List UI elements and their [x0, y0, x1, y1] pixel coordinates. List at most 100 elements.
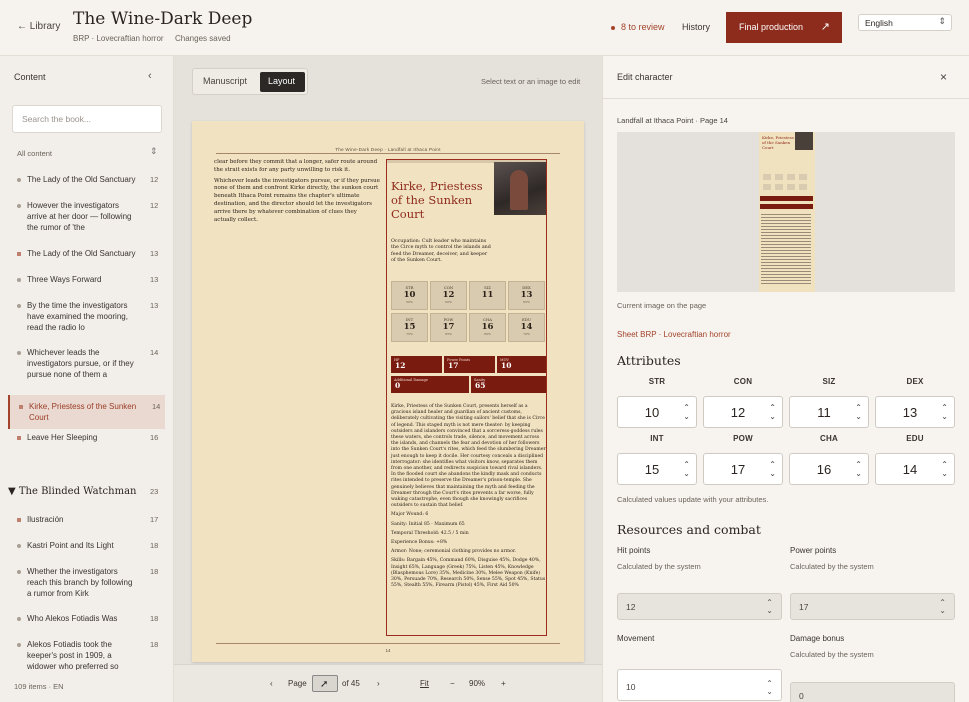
attribute-input-cha[interactable]: 16 ⌃ ⌄ — [789, 453, 869, 485]
power-points-value: 17 — [799, 602, 809, 612]
thumb-text-line — [761, 283, 811, 284]
header-rule — [216, 153, 560, 154]
stepper-icon[interactable]: ⌃ ⌄ — [941, 403, 948, 421]
attribute-input-pow[interactable]: 17 ⌃ ⌄ — [703, 453, 783, 485]
sidebar-item-label: By the time the investigators have exami… — [27, 301, 128, 332]
next-page-icon[interactable]: › — [377, 679, 380, 688]
thumb-resource-bar — [760, 204, 813, 209]
chapter-heading[interactable]: ▼ The Blinded Watchman 23 — [8, 486, 165, 497]
sidebar-item-label: Leave Her Sleeping — [27, 433, 98, 442]
sidebar-item-page: 17 — [150, 515, 159, 524]
resource-value: 10 — [501, 361, 512, 370]
experience-line: Experience Bonus: +8% — [391, 540, 448, 546]
thumb-text-line — [761, 256, 811, 257]
paragraph: clear before they commit that a longer, … — [214, 159, 378, 173]
bullet-icon — [17, 178, 21, 182]
stat-percent: 85% — [445, 332, 452, 336]
thumb-text-line — [761, 220, 811, 221]
thumb-text-line — [761, 277, 811, 278]
attribute-input-con[interactable]: 12 ⌃ ⌄ — [703, 396, 783, 428]
sidebar-item-page: 18 — [150, 614, 159, 623]
attribute-input-int[interactable]: 15 ⌃ ⌄ — [617, 453, 697, 485]
zoom-in-button[interactable]: + — [501, 679, 506, 688]
attribute-label: SIZ — [822, 377, 836, 386]
book-page[interactable]: The Wine-Dark Deep · Landfall at Ithaca … — [192, 121, 584, 662]
language-select[interactable]: English ⇕ — [858, 14, 952, 31]
stepper-icon: ⌃ ⌄ — [766, 598, 773, 615]
movement-field[interactable]: 10 ⌃ ⌄ — [617, 669, 782, 701]
stepper-icon[interactable]: ⌃ ⌄ — [769, 403, 776, 421]
sidebar-item[interactable]: Kirke, Priestess of the Sunken Court 14 — [8, 395, 165, 429]
stepper-icon[interactable]: ⌃ ⌄ — [855, 403, 862, 421]
history-button[interactable]: History — [682, 22, 710, 32]
damage-bonus-field: 0 — [790, 682, 955, 702]
review-label: 8 to review — [621, 22, 665, 32]
attribute-input-dex[interactable]: 13 ⌃ ⌄ — [875, 396, 955, 428]
stepper-icon[interactable]: ⌃ ⌄ — [683, 460, 690, 478]
bullet-icon — [17, 544, 21, 548]
stat-percent: 80% — [484, 332, 491, 336]
resource-box: Additional Damage 0 — [391, 376, 469, 393]
resource-box: MOV 10 — [497, 356, 546, 373]
bullet-icon — [17, 643, 21, 647]
character-portrait[interactable] — [494, 162, 546, 215]
external-arrow-icon: ↗ — [820, 21, 830, 33]
stat-value: 12 — [442, 290, 455, 300]
manuscript-tab[interactable]: Manuscript — [203, 76, 247, 86]
zoom-out-button[interactable]: − — [450, 679, 455, 688]
review-link[interactable]: 8 to review — [611, 22, 665, 32]
thumb-text-line — [761, 229, 811, 230]
layout-tab[interactable]: Layout — [260, 72, 305, 92]
close-icon[interactable]: × — [940, 70, 947, 84]
stat-value: 11 — [481, 290, 494, 300]
character-card[interactable]: Kirke, Priestess of the Sunken Court Occ… — [386, 159, 547, 636]
sidebar-item-label: Alekos Fotiadis took the keeper's post i… — [27, 640, 119, 670]
sheet-type-link[interactable]: Sheet BRP · Lovecraftian horror — [617, 330, 731, 339]
attribute-input-str[interactable]: 10 ⌃ ⌄ — [617, 396, 697, 428]
resource-box: HP 12 — [391, 356, 442, 373]
stepper-icon[interactable]: ⌃ ⌄ — [769, 460, 776, 478]
final-production-button[interactable]: Final production ↗ — [726, 12, 842, 43]
mouse-cursor-icon: ➚ — [320, 679, 329, 690]
fit-button[interactable]: Fit — [420, 679, 429, 688]
collapse-sidebar-icon[interactable]: ‹ — [148, 70, 152, 82]
stat-cell: CON 12 60% — [430, 281, 467, 310]
attribute-input-siz[interactable]: 11 ⌃ ⌄ — [789, 396, 869, 428]
resource-value: 65 — [475, 381, 486, 390]
thumb-text-line — [761, 259, 811, 260]
view-mode-toggle: Manuscript Layout — [192, 68, 308, 95]
sidebar-item-page: 12 — [150, 201, 159, 210]
attribute-value: 13 — [902, 405, 918, 420]
content-list: The Lady of the Old Sanctuary 12 However t… — [8, 162, 166, 670]
stat-cell: STR 10 50% — [391, 281, 428, 310]
prev-page-icon[interactable]: ‹ — [270, 679, 273, 688]
stat-percent: 60% — [445, 300, 452, 304]
back-to-library-link[interactable]: ← Library — [17, 21, 60, 32]
attribute-input-edu[interactable]: 14 ⌃ ⌄ — [875, 453, 955, 485]
stat-cell: DEX 13 65% — [508, 281, 545, 310]
hit-points-field: 12 ⌃ ⌄ — [617, 593, 782, 620]
filter-chevron-icon[interactable]: ⇕ — [150, 146, 158, 157]
app: ← Library The Wine-Dark Deep BRP · Lovec… — [0, 0, 969, 702]
attribute-label: INT — [650, 434, 664, 443]
content-filter-label[interactable]: All content — [17, 149, 52, 158]
stepper-icon[interactable]: ⌃ ⌄ — [855, 460, 862, 478]
sidebar-item-page: 14 — [152, 402, 161, 411]
stepper-icon[interactable]: ⌃ ⌄ — [683, 403, 690, 421]
attribute-label: POW — [733, 434, 753, 443]
left-column-text[interactable]: clear before they commit that a longer, … — [214, 159, 380, 227]
power-points-note: Calculated by the system — [790, 562, 874, 571]
sidebar-item-page: 13 — [150, 301, 159, 310]
bullet-icon — [19, 405, 23, 409]
image-preview[interactable]: Kirke, Priestess of the Sunken Court — [617, 132, 955, 292]
stat-value: 10 — [403, 290, 416, 300]
search-input[interactable]: Search the book... — [12, 105, 162, 133]
content-sidebar: Content ‹ Search the book... All content… — [0, 56, 174, 702]
calc-note: Calculated values update with your attri… — [617, 495, 769, 504]
stepper-icon[interactable]: ⌃ ⌄ — [941, 460, 948, 478]
card-body-text: Kirke, Priestess of the Sunken Court, pr… — [391, 404, 546, 592]
sidebar-item-label: The Lady of the Old Sanctuary — [27, 249, 136, 258]
hit-points-note: Calculated by the system — [617, 562, 701, 571]
stat-cell: EDU 14 70% — [508, 313, 545, 342]
stepper-icon[interactable]: ⌃ ⌄ — [766, 680, 773, 696]
